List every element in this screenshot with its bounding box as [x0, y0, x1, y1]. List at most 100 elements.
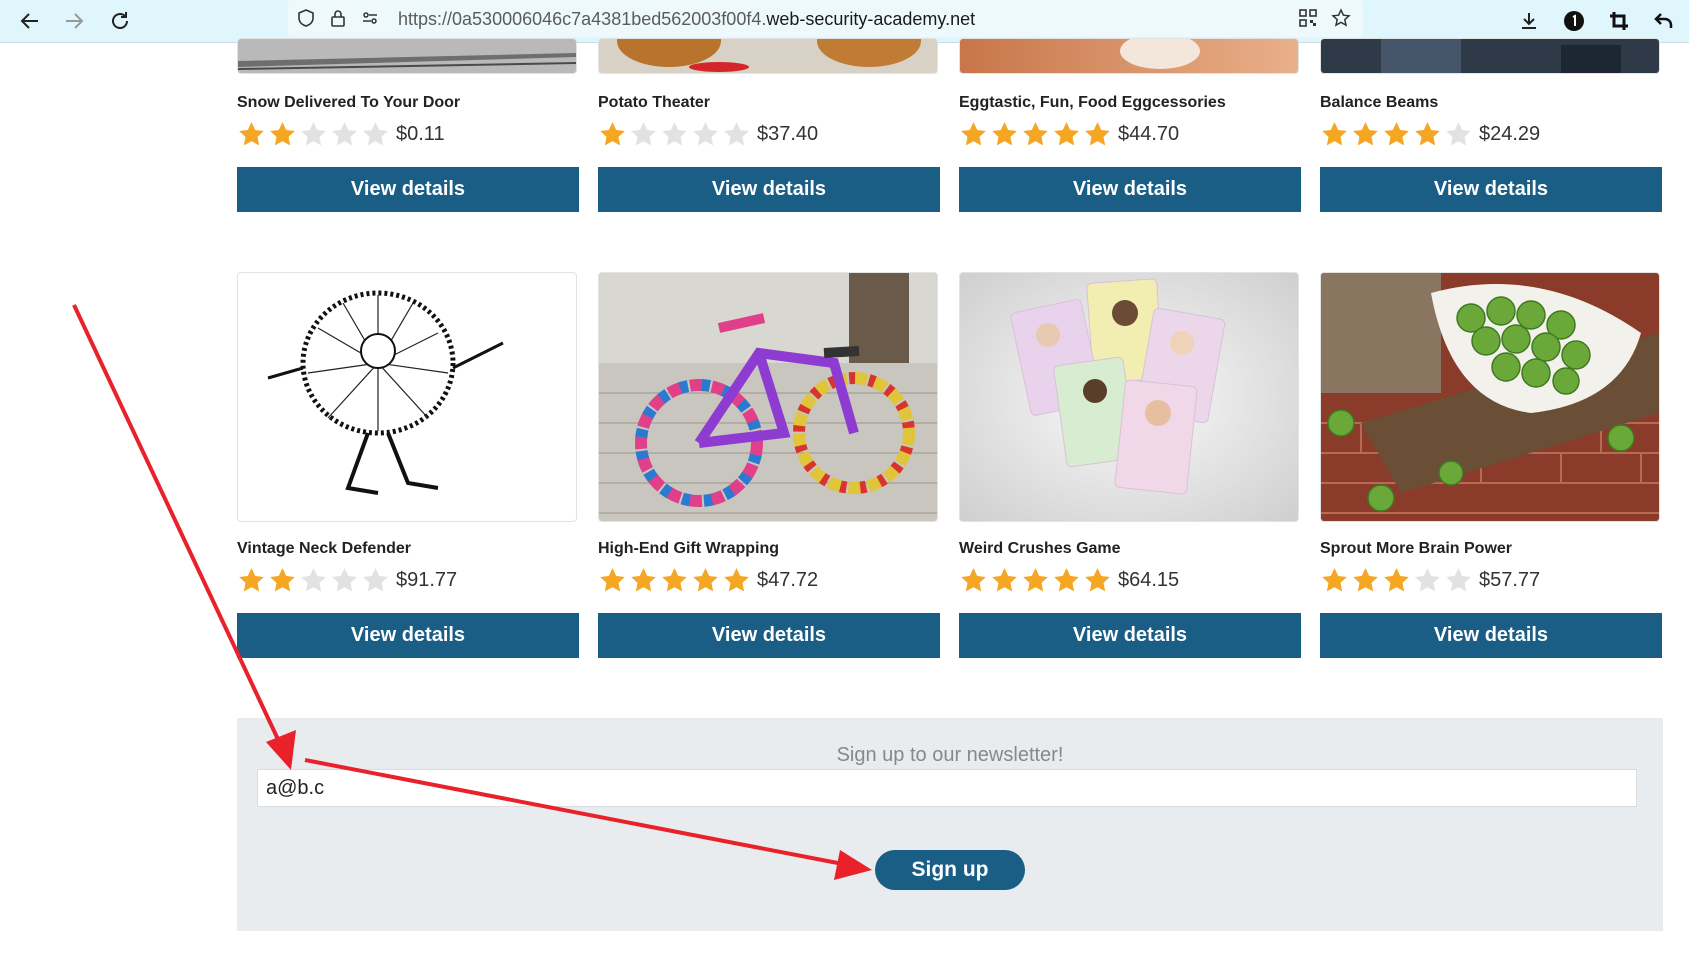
product-name: High-End Gift Wrapping: [598, 540, 780, 557]
star-filled-icon: [1083, 120, 1114, 148]
product-price: $57.77: [1479, 568, 1541, 591]
product-price: $47.72: [757, 568, 819, 591]
product-rating: $57.77: [1320, 566, 1540, 594]
view-details-button[interactable]: View details: [959, 167, 1301, 212]
product-price: $44.70: [1118, 122, 1180, 145]
address-bar[interactable]: https://0a530006046c7a4381bed562003f00f4…: [288, 0, 1363, 37]
star-empty-icon: [691, 120, 722, 148]
product-image[interactable]: [237, 38, 577, 74]
crop-icon[interactable]: [1605, 7, 1633, 35]
star-filled-icon: [598, 120, 629, 148]
url-host: web-security-academy.net: [766, 9, 976, 29]
product-rating: $0.11: [237, 120, 445, 148]
star-filled-icon: [722, 566, 753, 594]
star-empty-icon: [330, 566, 361, 594]
star-filled-icon: [237, 120, 268, 148]
star-filled-icon: [237, 566, 268, 594]
star-empty-icon: [299, 566, 330, 594]
product-name: Snow Delivered To Your Door: [237, 94, 461, 111]
star-filled-icon: [1021, 120, 1052, 148]
star-empty-icon: [629, 120, 660, 148]
extension-badge-icon[interactable]: [1560, 7, 1588, 35]
star-filled-icon: [1382, 566, 1413, 594]
star-filled-icon: [1351, 120, 1382, 148]
star-filled-icon: [1320, 120, 1351, 148]
star-empty-icon: [361, 566, 392, 594]
shield-icon[interactable]: [296, 8, 316, 33]
site-permissions-icon[interactable]: [360, 8, 380, 33]
product-rating: $24.29: [1320, 120, 1540, 148]
sign-up-button[interactable]: Sign up: [875, 850, 1025, 890]
product-price: $0.11: [396, 122, 445, 145]
star-filled-icon: [990, 120, 1021, 148]
view-details-button[interactable]: View details: [1320, 613, 1662, 658]
star-filled-icon: [1052, 566, 1083, 594]
view-details-button[interactable]: View details: [598, 613, 940, 658]
product-price: $37.40: [757, 122, 819, 145]
product-name: Potato Theater: [598, 94, 711, 111]
star-filled-icon: [1021, 566, 1052, 594]
star-empty-icon: [722, 120, 753, 148]
star-filled-icon: [268, 120, 299, 148]
product-price: $91.77: [396, 568, 458, 591]
view-details-button[interactable]: View details: [237, 613, 579, 658]
star-filled-icon: [598, 566, 629, 594]
url-prefix: https://0a530006046c7a4381bed562003f00f4…: [398, 9, 767, 29]
product-name: Eggtastic, Fun, Food Eggcessories: [959, 94, 1226, 111]
back-icon[interactable]: [16, 7, 44, 35]
browser-toolbar: https://0a530006046c7a4381bed562003f00f4…: [0, 0, 1689, 43]
star-empty-icon: [1413, 566, 1444, 594]
star-empty-icon: [361, 120, 392, 148]
forward-icon[interactable]: [60, 7, 88, 35]
product-rating: $37.40: [598, 120, 818, 148]
star-filled-icon: [1052, 120, 1083, 148]
star-filled-icon: [1083, 566, 1114, 594]
product-image[interactable]: [959, 272, 1299, 522]
view-details-button[interactable]: View details: [237, 167, 579, 212]
star-filled-icon: [1382, 120, 1413, 148]
star-filled-icon: [1320, 566, 1351, 594]
star-empty-icon: [660, 120, 691, 148]
newsletter-title: Sign up to our newsletter!: [836, 744, 1064, 766]
product-name: Vintage Neck Defender: [237, 540, 411, 557]
view-details-button[interactable]: View details: [598, 167, 940, 212]
star-filled-icon: [268, 566, 299, 594]
star-empty-icon: [1444, 566, 1475, 594]
product-price: $24.29: [1479, 122, 1541, 145]
newsletter-email-input[interactable]: [257, 769, 1637, 807]
star-filled-icon: [990, 566, 1021, 594]
product-image[interactable]: [598, 272, 938, 522]
star-filled-icon: [691, 566, 722, 594]
download-icon[interactable]: [1515, 7, 1543, 35]
view-details-button[interactable]: View details: [1320, 167, 1662, 212]
url-text[interactable]: https://0a530006046c7a4381bed562003f00f4…: [398, 9, 975, 30]
product-image[interactable]: [959, 38, 1299, 74]
undo-arrow-icon[interactable]: [1650, 7, 1678, 35]
lock-icon[interactable]: [328, 8, 348, 33]
star-filled-icon: [959, 566, 990, 594]
view-details-button[interactable]: View details: [959, 613, 1301, 658]
star-filled-icon: [660, 566, 691, 594]
product-image[interactable]: [1320, 272, 1660, 522]
star-filled-icon: [959, 120, 990, 148]
product-image[interactable]: [237, 272, 577, 522]
star-filled-icon: [1351, 566, 1382, 594]
star-filled-icon: [629, 566, 660, 594]
product-rating: $44.70: [959, 120, 1179, 148]
product-image[interactable]: [598, 38, 938, 74]
product-rating: $91.77: [237, 566, 457, 594]
star-filled-icon: [1413, 120, 1444, 148]
newsletter-section: Sign up to our newsletter! Sign up: [237, 718, 1663, 931]
product-name: Weird Crushes Game: [959, 540, 1121, 557]
product-price: $64.15: [1118, 568, 1180, 591]
reload-icon[interactable]: [106, 7, 134, 35]
product-name: Sprout More Brain Power: [1320, 540, 1513, 557]
bookmark-star-icon[interactable]: [1331, 8, 1351, 33]
product-name: Balance Beams: [1320, 94, 1439, 111]
qr-code-icon[interactable]: [1298, 8, 1318, 33]
star-empty-icon: [330, 120, 361, 148]
product-rating: $64.15: [959, 566, 1179, 594]
product-rating: $47.72: [598, 566, 818, 594]
star-empty-icon: [299, 120, 330, 148]
product-image[interactable]: [1320, 38, 1660, 74]
